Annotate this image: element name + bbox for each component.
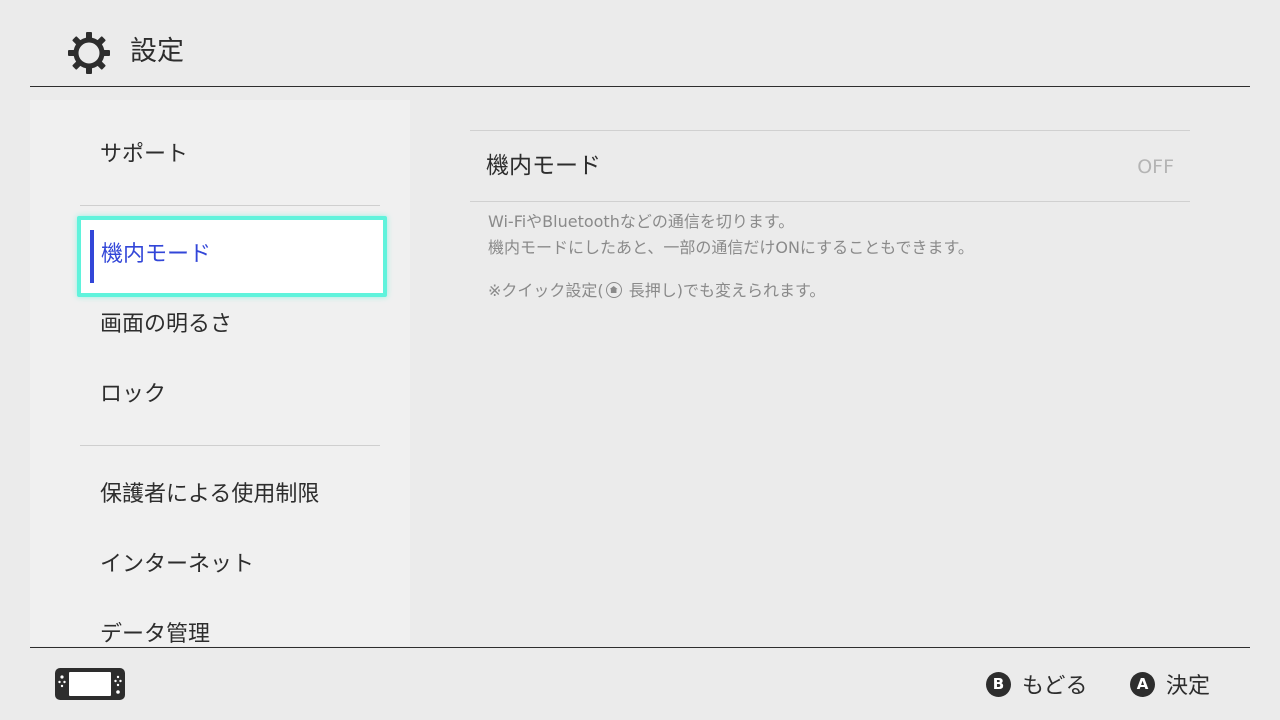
handheld-console-icon <box>55 668 125 700</box>
page-title: 設定 <box>130 36 184 67</box>
back-button[interactable]: B もどる <box>986 667 1088 701</box>
sidebar-item-lock[interactable]: ロック <box>100 380 166 410</box>
confirm-label: 決定 <box>1166 674 1211 699</box>
note-prefix: ※クイック設定( <box>488 281 604 300</box>
setting-row-value[interactable]: OFF <box>1137 154 1174 180</box>
sidebar-item-parental-controls[interactable]: 保護者による使用制限 <box>100 480 319 510</box>
sidebar-item-airplane-mode[interactable]: 機内モード <box>77 216 387 297</box>
gear-icon <box>68 32 110 74</box>
sidebar: サポート 機内モード 画面の明るさ ロック 保護者による使用制限 インターネット… <box>30 100 410 646</box>
header-divider <box>30 86 1250 87</box>
confirm-button[interactable]: A 決定 <box>1130 667 1210 701</box>
setting-row-label[interactable]: 機内モード <box>486 150 601 182</box>
back-label: もどる <box>1022 674 1088 699</box>
note-suffix: 長押し)でも変えられます。 <box>628 281 826 300</box>
quick-settings-note: ※クイック設定( 長押し)でも変えられます。 <box>488 279 825 303</box>
selection-indicator <box>90 230 94 283</box>
settings-screen: 設定 サポート 機内モード 画面の明るさ ロック 保護者による使用制限 インター… <box>0 0 1280 720</box>
header: 設定 <box>0 0 1280 88</box>
sidebar-item-data-management[interactable]: データ管理 <box>100 620 210 646</box>
row-divider <box>470 201 1190 202</box>
sidebar-divider <box>80 205 380 206</box>
sidebar-divider <box>80 445 380 446</box>
sidebar-item-support[interactable]: サポート <box>100 140 188 170</box>
description-line: Wi-FiやBluetoothなどの通信を切ります。 <box>488 212 795 231</box>
row-divider <box>470 130 1190 131</box>
sidebar-item-label: 機内モード <box>101 242 212 267</box>
b-button-icon: B <box>986 671 1011 697</box>
home-button-icon <box>605 282 622 298</box>
sidebar-item-internet[interactable]: インターネット <box>100 550 254 580</box>
footer-divider <box>30 647 1250 648</box>
description-line: 機内モードにしたあと、一部の通信だけONにすることもできます。 <box>488 238 974 257</box>
a-button-icon: A <box>1130 671 1155 697</box>
sidebar-item-brightness[interactable]: 画面の明るさ <box>100 310 232 340</box>
